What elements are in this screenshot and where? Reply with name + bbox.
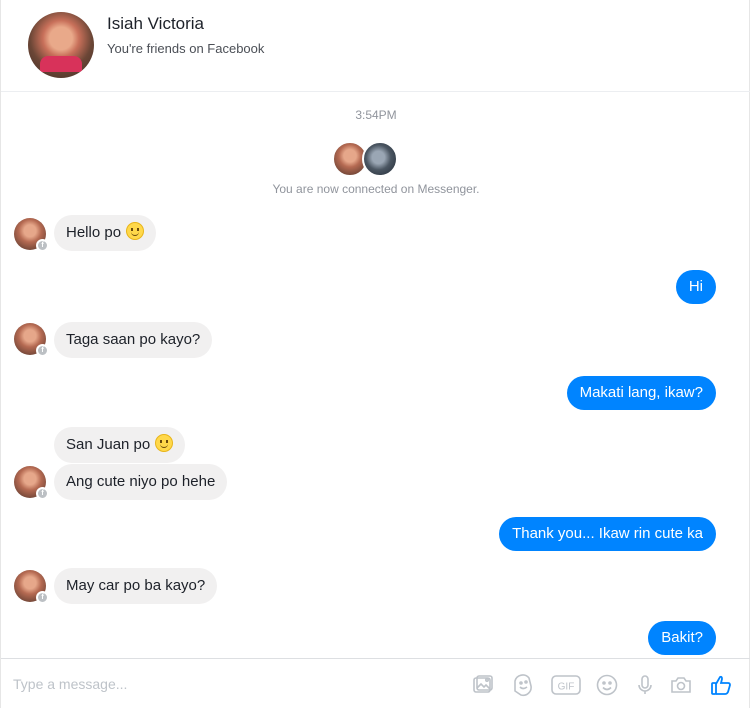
image-icon[interactable] [471,673,495,697]
message-bubble-incoming[interactable]: May car po ba kayo? [54,568,218,604]
message-bubble-incoming[interactable]: Taga saan po kayo? [54,322,213,358]
contact-subtitle: You're friends on Facebook [107,41,265,56]
sender-avatar[interactable]: f [14,466,49,500]
sticker-icon[interactable] [511,673,535,697]
message-bubble-incoming[interactable]: Ang cute niyo po hehe [54,464,228,500]
thumbs-up-icon[interactable] [710,673,734,697]
connected-avatars [332,141,400,179]
sender-avatar[interactable]: f [14,570,49,604]
sender-avatar[interactable]: f [14,323,49,357]
message-text: San Juan po [66,436,151,453]
contact-name[interactable]: Isiah Victoria [107,14,204,34]
message-bubble-outgoing[interactable]: Hi [675,270,716,304]
message-bubble-incoming[interactable]: San Juan po [54,427,186,463]
message-bubble-outgoing[interactable]: Thank you... Ikaw rin cute ka [499,517,716,551]
facebook-badge-icon: f [36,344,49,357]
camera-icon[interactable] [669,673,693,697]
message-composer: GIF [1,658,750,708]
smile-emoji-icon [155,434,174,452]
connected-notice: You are now connected on Messenger. [272,182,480,196]
facebook-badge-icon: f [36,591,49,604]
own-avatar-small [362,141,398,177]
thread-timestamp: 3:54PM [355,108,397,122]
message-text: Thank you... Ikaw rin cute ka [512,525,703,542]
contact-avatar[interactable] [28,12,94,78]
message-text: Ang cute niyo po hehe [66,473,216,490]
emoji-icon[interactable] [595,673,619,697]
facebook-badge-icon: f [36,487,49,500]
gif-icon[interactable]: GIF [551,673,581,697]
message-text: Makati lang, ikaw? [579,384,703,401]
facebook-badge-icon: f [36,239,49,252]
message-text: May car po ba kayo? [66,577,206,594]
svg-text:GIF: GIF [558,682,575,693]
conversation-header: Isiah Victoria You're friends on Faceboo… [1,0,750,92]
message-text: Bakit? [661,629,703,646]
message-text: Hi [688,278,703,295]
smile-emoji-icon [126,222,145,240]
message-bubble-outgoing[interactable]: Makati lang, ikaw? [566,376,716,410]
message-bubble-incoming[interactable]: Hello po [54,215,157,251]
microphone-icon[interactable] [633,673,657,697]
message-input[interactable] [13,671,433,697]
sender-avatar[interactable]: f [14,218,49,252]
message-text: Taga saan po kayo? [66,331,201,348]
message-bubble-outgoing[interactable]: Bakit? [648,621,716,655]
message-text: Hello po [66,224,122,241]
